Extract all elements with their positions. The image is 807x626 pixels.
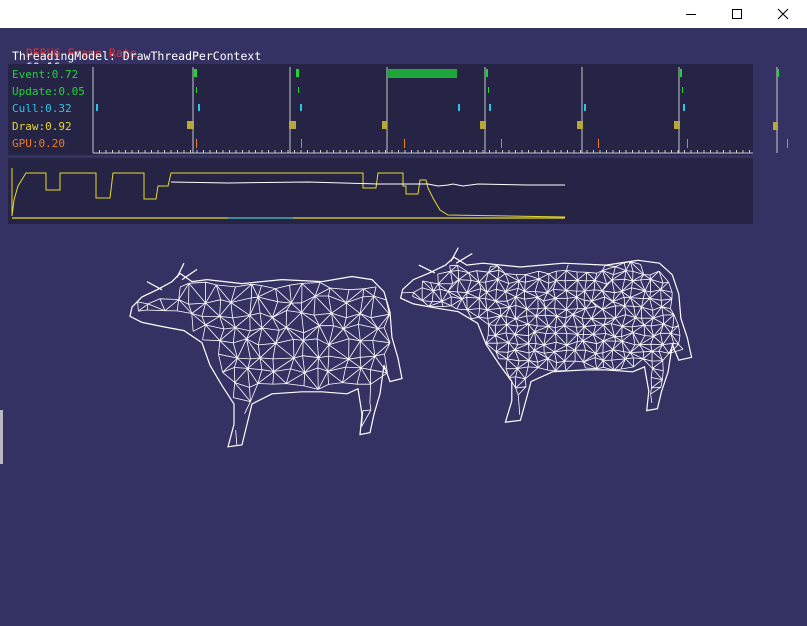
- frame-separators: [92, 67, 680, 153]
- minimize-icon: [686, 14, 696, 15]
- cow-wireframe-icon: [399, 247, 693, 423]
- update-time-graph: [170, 181, 565, 187]
- performance-graph: [11, 168, 566, 219]
- maximize-button[interactable]: [714, 0, 760, 28]
- close-icon: [777, 8, 789, 20]
- draw-time-graph: [11, 172, 566, 218]
- cull-bars: [96, 104, 685, 111]
- event-bars: [194, 69, 682, 78]
- minimize-button[interactable]: [668, 0, 714, 28]
- cow-wireframe-icon: [129, 262, 403, 448]
- performance-graph-panel: [8, 158, 753, 224]
- update-bars: [196, 87, 683, 93]
- stats-timeline-panel: Event:0.72 Update:0.05 Cull:0.32 Draw:0.…: [8, 64, 753, 155]
- stats-timeline: [92, 67, 753, 154]
- maximize-icon: [732, 9, 742, 19]
- close-button[interactable]: [760, 0, 806, 28]
- scene-viewport[interactable]: [0, 226, 807, 626]
- threading-model-label: ThreadingModel: DrawThreadPerContext: [12, 49, 262, 63]
- draw-bars: [187, 121, 680, 129]
- stats-overflow-marks: [773, 67, 788, 153]
- gpu-bars: [196, 139, 688, 148]
- window-titlebar: [0, 0, 807, 28]
